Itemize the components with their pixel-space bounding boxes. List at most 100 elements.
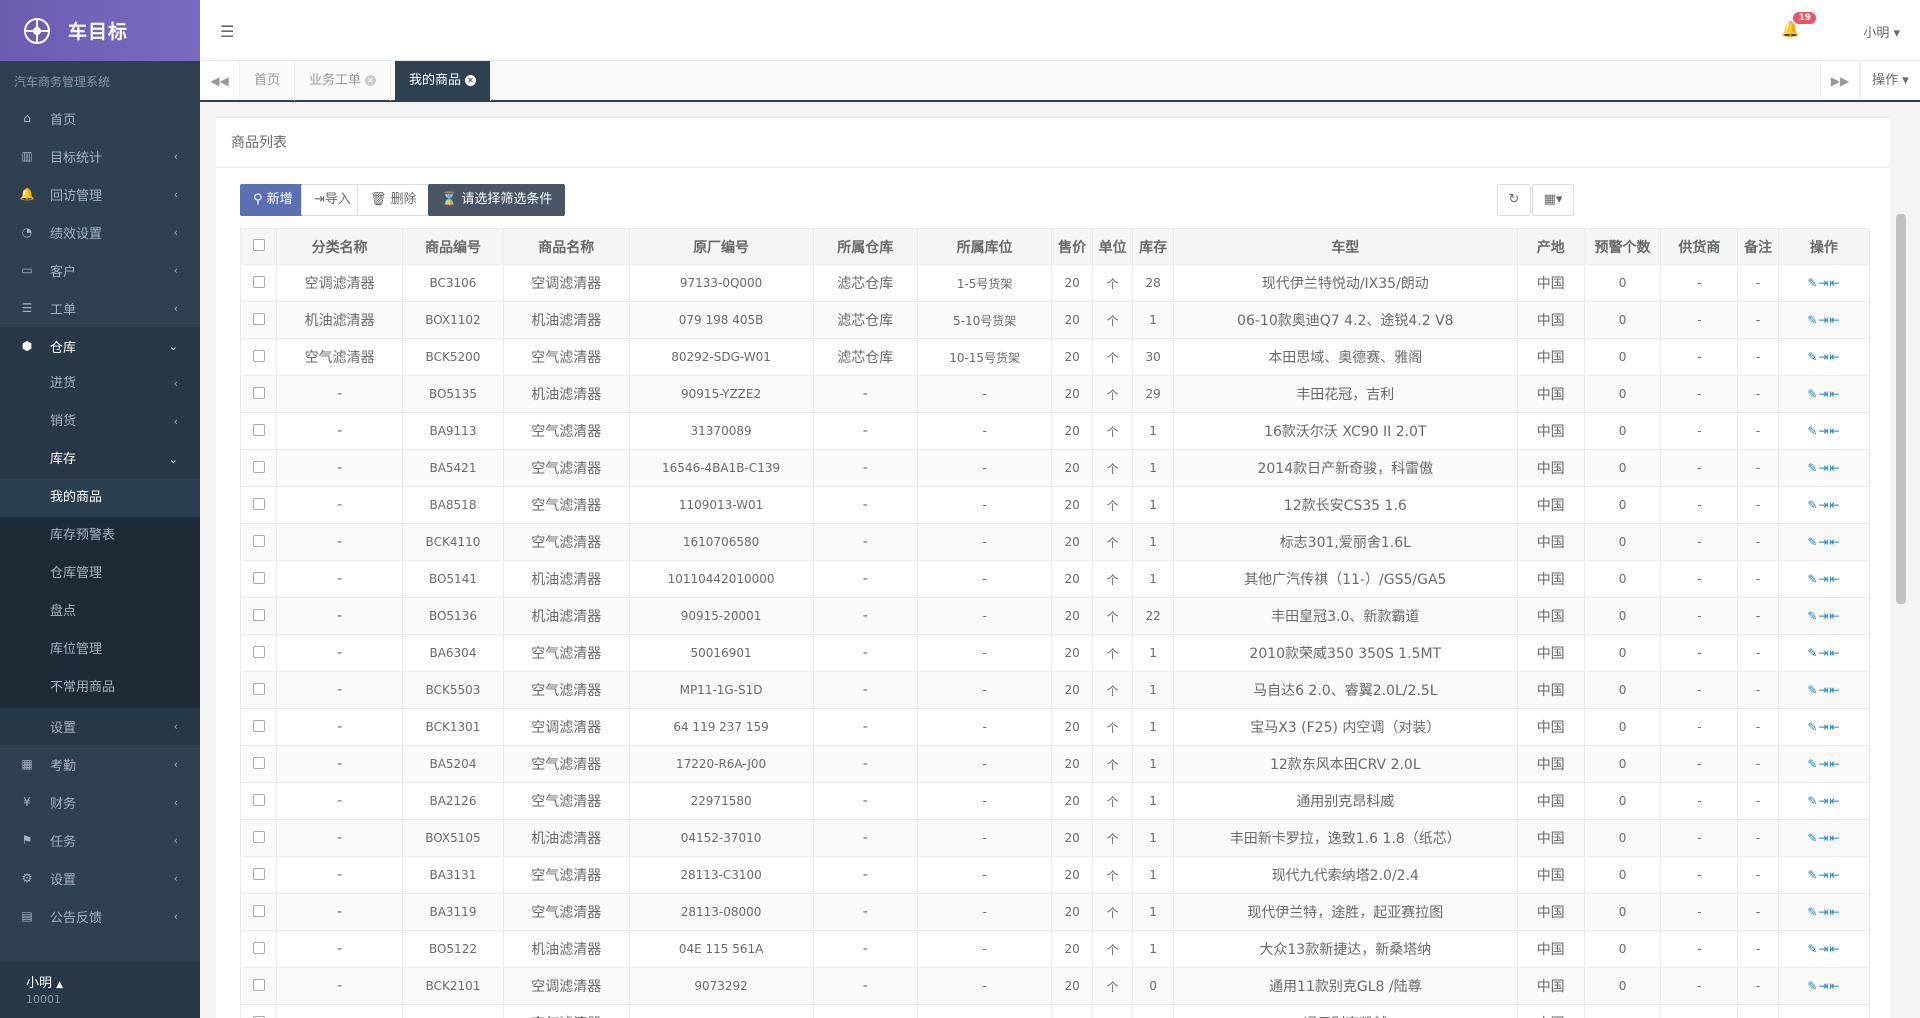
table-row[interactable]: - BOX5105 机油滤清器 04152-37010- -20 个 1 丰田新卡罗拉，逸致1… — [239, 819, 1871, 857]
sign-out-icon[interactable]: ⇤ — [1829, 350, 1840, 364]
vertical-scrollbar[interactable] — [1896, 214, 1906, 604]
edit-icon[interactable]: ✎ — [1807, 942, 1818, 956]
table-row[interactable]: -BCK2102空气滤清器96554421--20个1通用别克凯越中国0--✎⇥… — [239, 1004, 1871, 1018]
edit-icon[interactable]: ✎ — [1807, 424, 1818, 438]
sidebar-item-3[interactable]: ⚑ 任务 ‹ — [0, 821, 200, 859]
sidebar-item-2[interactable]: ¥ 财务 ‹ — [0, 783, 200, 821]
table-row[interactable]: 空气滤清器 BCK5200 空气滤清器 80292-SDG-W01 滤芯仓库 10-15号… — [239, 338, 1871, 376]
sign-in-icon[interactable]: ⇥ — [1818, 794, 1829, 808]
sign-out-icon[interactable]: ⇤ — [1829, 720, 1840, 734]
submenu-item-sales[interactable]: 销货 ‹ — [0, 403, 200, 441]
edit-icon[interactable]: ✎ — [1807, 905, 1818, 919]
column-header[interactable]: 分类名称 — [276, 228, 403, 265]
sign-in-icon[interactable]: ⇥ — [1818, 350, 1829, 364]
tab-scroll-right-icon[interactable]: ▶▶ — [1820, 61, 1860, 100]
edit-icon[interactable]: ✎ — [1807, 683, 1818, 697]
sign-in-icon[interactable]: ⇥ — [1818, 979, 1829, 993]
sign-in-icon[interactable]: ⇥ — [1818, 831, 1829, 845]
table-row[interactable]: - BO5141 机油滤清器 10110442010000- -20 个 1 其他广汽传祺（1… — [239, 560, 1871, 598]
sign-out-icon[interactable]: ⇤ — [1829, 313, 1840, 327]
submenu-item-inventory[interactable]: 库存 ⌄ — [0, 441, 200, 479]
close-icon[interactable]: ✕ — [365, 75, 377, 86]
row-checkbox[interactable] — [239, 819, 278, 857]
sign-out-icon[interactable]: ⇤ — [1829, 498, 1840, 512]
column-header[interactable]: 预警个数 — [1583, 228, 1662, 265]
select-all-checkbox[interactable] — [239, 228, 278, 265]
edit-icon[interactable]: ✎ — [1807, 979, 1818, 993]
sidebar-item-1[interactable]: ▥ 目标统计 ‹ — [0, 137, 200, 175]
tab-scroll-left-icon[interactable]: ◀◀ — [200, 61, 240, 100]
edit-icon[interactable]: ✎ — [1807, 757, 1818, 771]
table-row[interactable]: - BA6304 空气滤清器 50016901- -20 个 1 2010款荣威350 350… — [239, 634, 1871, 672]
table-row[interactable]: - BA5204 空气滤清器 17220-R6A-J00- -20 个 1 12款东风本田CR… — [239, 745, 1871, 783]
table-row[interactable]: - BCK1301 空调滤清器 64 119 237 159- -20 个 1 宝马X3 (F… — [239, 708, 1871, 746]
column-header[interactable]: 车型 — [1172, 228, 1518, 265]
delete-button[interactable]: 🗑 删除 — [357, 184, 430, 216]
sign-in-icon[interactable]: ⇥ — [1818, 757, 1829, 771]
row-checkbox[interactable] — [239, 264, 278, 302]
row-checkbox[interactable] — [239, 930, 278, 968]
column-header[interactable]: 所属库位 — [916, 228, 1053, 265]
submenu-item-stock-warning[interactable]: 库存预警表 — [0, 517, 200, 555]
sign-out-icon[interactable]: ⇤ — [1829, 424, 1840, 438]
edit-icon[interactable]: ✎ — [1807, 646, 1818, 660]
sign-in-icon[interactable]: ⇥ — [1818, 461, 1829, 475]
sign-in-icon[interactable]: ⇥ — [1818, 609, 1829, 623]
column-header[interactable]: 原厂编号 — [628, 228, 814, 265]
row-checkbox[interactable] — [239, 893, 278, 931]
sidebar-item-6[interactable]: ⬢ 仓库 ⌄ — [0, 327, 200, 365]
column-header[interactable]: 操作 — [1777, 228, 1871, 265]
submenu-item-purchase[interactable]: 进货 ‹ — [0, 365, 200, 403]
table-row[interactable]: 机油滤清器 BOX1102 机油滤清器 079 198 405B 滤芯仓库 5-10号货架… — [239, 301, 1871, 339]
row-checkbox[interactable] — [239, 338, 278, 376]
edit-icon[interactable]: ✎ — [1807, 720, 1818, 734]
sign-in-icon[interactable]: ⇥ — [1818, 720, 1829, 734]
tab-home[interactable]: 首页 — [240, 61, 296, 101]
sign-in-icon[interactable]: ⇥ — [1818, 535, 1829, 549]
close-icon[interactable]: ✕ — [465, 75, 477, 86]
edit-icon[interactable]: ✎ — [1807, 313, 1818, 327]
submenu-item-my-products[interactable]: 我的商品 — [0, 479, 200, 517]
table-row[interactable]: - BA3131 空气滤清器 28113-C3100- -20 个 1 现代九代索纳塔2.0/… — [239, 856, 1871, 894]
column-header[interactable]: 售价 — [1051, 228, 1093, 265]
sign-out-icon[interactable]: ⇤ — [1829, 461, 1840, 475]
sign-out-icon[interactable]: ⇤ — [1829, 979, 1840, 993]
sidebar-item-1[interactable]: ▦ 考勤 ‹ — [0, 745, 200, 783]
edit-icon[interactable]: ✎ — [1807, 794, 1818, 808]
row-checkbox[interactable] — [239, 449, 278, 487]
row-checkbox[interactable] — [239, 782, 278, 820]
brand-header[interactable]: 车目标 — [0, 0, 200, 61]
sign-out-icon[interactable]: ⇤ — [1829, 757, 1840, 771]
sign-out-icon[interactable]: ⇤ — [1829, 535, 1840, 549]
sign-out-icon[interactable]: ⇤ — [1829, 905, 1840, 919]
submenu-item-uncommon-products[interactable]: 不常用商品 — [0, 669, 200, 707]
filter-button[interactable]: ⌛ 请选择筛选条件 — [428, 184, 566, 216]
edit-icon[interactable]: ✎ — [1807, 276, 1818, 290]
table-row[interactable]: - BCK2101 空调滤清器 9073292- -20 个 0 通用11款别克GL8 /陆尊… — [239, 967, 1871, 1005]
column-header[interactable]: 商品编号 — [401, 228, 505, 265]
edit-icon[interactable]: ✎ — [1807, 572, 1818, 586]
sign-in-icon[interactable]: ⇥ — [1818, 646, 1829, 660]
row-checkbox[interactable] — [239, 1004, 278, 1018]
sign-in-icon[interactable]: ⇥ — [1818, 424, 1829, 438]
sidebar-item-0[interactable]: ⌂ 首页 — [0, 99, 200, 137]
row-checkbox[interactable] — [239, 671, 278, 709]
column-header[interactable]: 所属仓库 — [812, 228, 918, 265]
row-checkbox[interactable] — [239, 856, 278, 894]
sign-out-icon[interactable]: ⇤ — [1829, 868, 1840, 882]
edit-icon[interactable]: ✎ — [1807, 535, 1818, 549]
edit-icon[interactable]: ✎ — [1807, 498, 1818, 512]
import-button[interactable]: ⇥导入 — [301, 184, 364, 216]
row-checkbox[interactable] — [239, 486, 278, 524]
sign-out-icon[interactable]: ⇤ — [1829, 572, 1840, 586]
row-checkbox[interactable] — [239, 745, 278, 783]
submenu-item-location-manage[interactable]: 库位管理 — [0, 631, 200, 669]
sidebar-item-0[interactable]: 设置 ‹ — [0, 707, 200, 745]
sidebar-item-5[interactable]: ▤ 公告反馈 ‹ — [0, 897, 200, 935]
table-row[interactable]: - BCK4110 空气滤清器 1610706580- -20 个 1 标志301,爱丽舍1.… — [239, 523, 1871, 561]
table-row[interactable]: - BA3119 空气滤清器 28113-08000- -20 个 1 现代伊兰特，途胜，起亚… — [239, 893, 1871, 931]
column-header[interactable]: 单位 — [1091, 228, 1134, 265]
sign-in-icon[interactable]: ⇥ — [1818, 572, 1829, 586]
tab-operations-dropdown[interactable]: 操作 ▾ — [1860, 61, 1920, 100]
column-header[interactable]: 商品名称 — [503, 228, 630, 265]
